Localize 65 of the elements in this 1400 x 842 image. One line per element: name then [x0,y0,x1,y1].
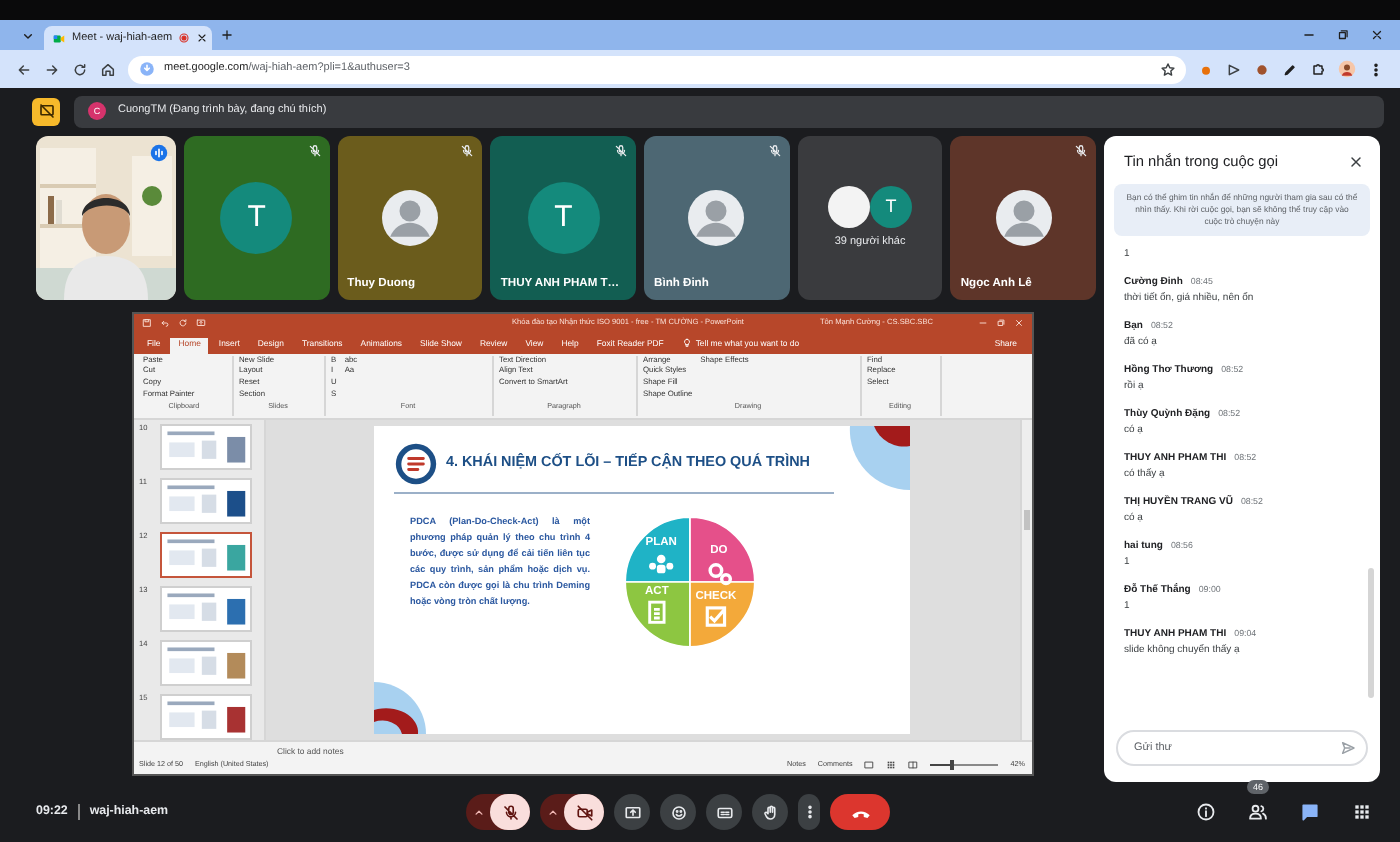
restore-icon[interactable] [995,318,1005,328]
camera-button[interactable] [564,794,604,830]
captions-icon [715,803,733,821]
view-icon[interactable] [908,760,919,770]
menu-icon[interactable] [1368,61,1384,77]
scrollbar-thumb[interactable] [1368,568,1374,698]
clipboard-icon [648,599,666,623]
captions-button[interactable] [706,794,742,830]
caret-icon[interactable] [545,805,559,819]
more-options-button[interactable] [798,794,820,830]
screen-share-icon [623,803,641,821]
slideshow-icon[interactable] [195,318,205,328]
restore-icon[interactable] [1336,28,1350,42]
undo-icon[interactable] [159,318,169,328]
new-tab-icon[interactable] [220,28,234,42]
avatar-icon [688,190,745,246]
avatar: T [870,186,913,229]
recording-icon [178,32,191,44]
close-icon[interactable] [1370,28,1384,42]
emoji-icon [669,803,687,821]
grid-icon [1352,802,1372,822]
lightbulb-icon [681,338,692,349]
chat-icon [1300,802,1320,822]
send-icon[interactable] [1340,740,1356,756]
profile-avatar-icon[interactable] [1338,60,1356,78]
corner-decoration [849,425,910,489]
video-camera-icon [52,31,66,45]
close-icon[interactable] [1348,154,1364,171]
people-icon [1248,802,1268,822]
microphone-off-icon [501,803,519,821]
presentation-off-icon [37,102,55,120]
stop-presenting-button[interactable] [32,97,60,125]
gear-icon [708,562,733,585]
leave-call-button[interactable] [830,794,890,830]
back-icon[interactable] [16,61,32,77]
reactions-button[interactable] [660,794,696,830]
close-icon[interactable] [196,32,209,44]
info-icon [1196,802,1216,822]
redo-icon[interactable] [177,318,187,328]
reload-icon[interactable] [72,61,88,77]
avatar [828,186,871,229]
microphone-button[interactable] [490,794,530,830]
puzzle-icon[interactable] [1310,61,1326,77]
minimize-icon[interactable] [1302,28,1316,42]
forward-icon[interactable] [44,61,60,77]
star-icon[interactable] [1160,61,1176,77]
avatar: T [220,182,293,254]
home-icon[interactable] [100,61,116,77]
avatar: T [527,182,600,254]
pen-icon[interactable] [1282,61,1298,77]
avatar-icon [995,190,1052,246]
save-icon[interactable] [141,318,151,328]
view-icon[interactable] [886,760,897,770]
corner-decoration [374,681,426,733]
logo-icon [394,441,438,485]
raise-hand-button[interactable] [752,794,788,830]
present-button[interactable] [614,794,650,830]
view-icon[interactable] [864,760,875,770]
avatar-icon [382,190,438,246]
caret-icon[interactable] [471,805,485,819]
slide-thumbnail[interactable] [160,531,251,577]
hand-icon [761,803,779,821]
checkbox-icon [705,605,727,626]
camera-off-icon [575,803,593,821]
people-icon [649,553,674,573]
